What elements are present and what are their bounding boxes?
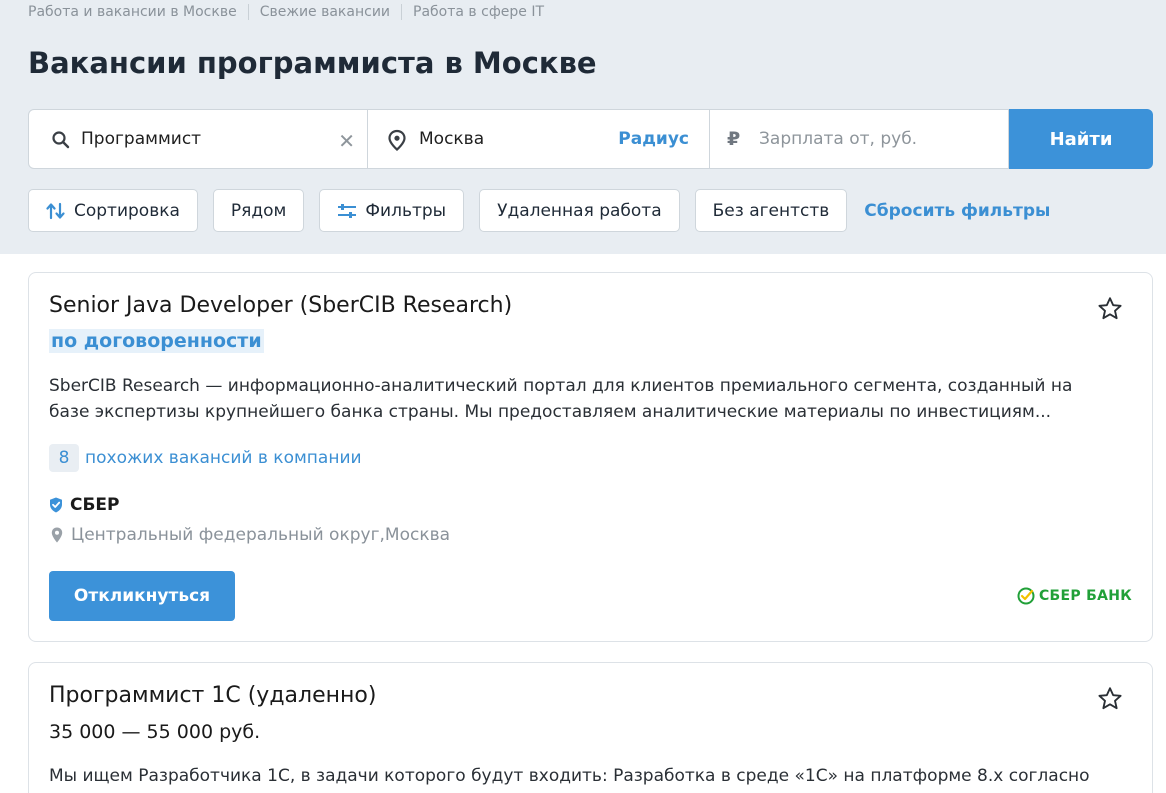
similar-count-badge: 8 [49, 444, 79, 472]
verified-shield-icon [49, 497, 63, 513]
vacancy-card: Программист 1С (удаленно) 35 000 — 55 00… [28, 662, 1153, 793]
search-header: Работа и вакансии в Москве Свежие ваканс… [0, 0, 1166, 254]
company-name[interactable]: СБЕР [49, 495, 120, 515]
similar-vacancies-link[interactable]: 8 похожих вакансий в компании [49, 444, 362, 472]
breadcrumb-separator [401, 4, 403, 20]
location-field[interactable]: Москва Радиус [368, 109, 710, 169]
filters-button[interactable]: Фильтры [319, 189, 465, 232]
location-input[interactable]: Москва [419, 129, 484, 149]
breadcrumb-item[interactable]: Работа в сфере IT [413, 4, 544, 20]
filter-bar: Сортировка Рядом Фильтры Удаленная работ… [28, 189, 1050, 232]
company-label: СБЕР [70, 495, 120, 515]
vacancy-location: Центральный федеральный округ,Москва [51, 525, 450, 545]
apply-button[interactable]: Откликнуться [49, 571, 235, 621]
sort-label: Сортировка [74, 200, 180, 221]
nearby-label: Рядом [230, 200, 287, 221]
page-title: Вакансии программиста в Москве [28, 46, 597, 80]
nearby-button[interactable]: Рядом [212, 189, 305, 232]
find-button[interactable]: Найти [1009, 109, 1153, 169]
star-icon[interactable] [1096, 685, 1124, 717]
salary-text: по договоренности [49, 329, 264, 353]
clear-icon[interactable]: ✕ [338, 129, 355, 153]
breadcrumb-separator [247, 4, 249, 20]
filters-label: Фильтры [365, 200, 447, 221]
similar-label: похожих вакансий в компании [85, 448, 362, 468]
vacancy-title[interactable]: Senior Java Developer (SberCIB Research) [49, 293, 512, 318]
star-icon[interactable] [1096, 295, 1124, 327]
salary-text: 35 000 — 55 000 руб. [49, 721, 261, 743]
no-agencies-label: Без агентств [712, 200, 830, 221]
no-agencies-button[interactable]: Без агентств [694, 189, 848, 232]
logo-text: СБЕР БАНК [1038, 588, 1132, 604]
query-input[interactable]: Программист [81, 129, 201, 149]
vacancy-description: SberCIB Research — информационно-аналити… [49, 376, 1073, 422]
vacancy-title[interactable]: Программист 1С (удаленно) [49, 683, 376, 708]
breadcrumb-item[interactable]: Работа и вакансии в Москве [28, 4, 237, 20]
query-field[interactable]: Программист ✕ [28, 109, 368, 169]
search-bar: Программист ✕ Москва Радиус ₽ Зарплата о… [28, 109, 1153, 169]
company-logo: СБЕР БАНК [1017, 587, 1132, 605]
salary-input[interactable]: Зарплата от, руб. [759, 129, 917, 149]
location-pin-icon [387, 129, 407, 151]
location-pin-icon [51, 527, 63, 543]
sber-check-icon [1017, 587, 1035, 605]
location-label: Центральный федеральный округ,Москва [71, 525, 451, 545]
ruble-icon: ₽ [727, 128, 741, 150]
sort-button[interactable]: Сортировка [28, 189, 198, 232]
vacancy-card: Senior Java Developer (SberCIB Research)… [28, 272, 1153, 642]
radius-link[interactable]: Радиус [618, 129, 689, 149]
remote-work-button[interactable]: Удаленная работа [479, 189, 680, 232]
breadcrumb-item[interactable]: Свежие вакансии [260, 4, 390, 20]
vacancy-description: Мы ищем Разработчика 1С, в задачи которо… [49, 766, 1090, 786]
breadcrumb: Работа и вакансии в Москве Свежие ваканс… [28, 4, 544, 20]
search-icon [51, 130, 71, 150]
reset-filters-link[interactable]: Сбросить фильтры [864, 201, 1050, 221]
sort-arrows-icon [46, 202, 66, 220]
sliders-icon [337, 203, 357, 219]
salary-field[interactable]: ₽ Зарплата от, руб. [710, 109, 1009, 169]
remote-work-label: Удаленная работа [497, 200, 662, 221]
